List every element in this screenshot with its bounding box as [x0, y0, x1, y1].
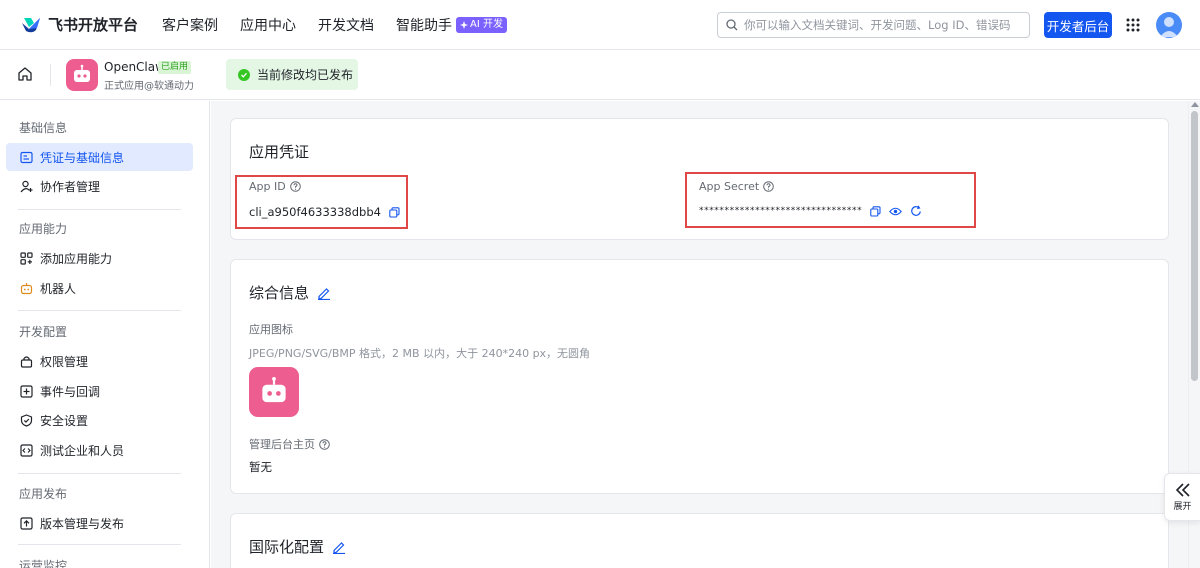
lock-icon [20, 355, 33, 368]
check-circle-icon [238, 68, 250, 81]
bot-icon [20, 282, 33, 294]
publish-status-text: 当前修改均已发布 [257, 68, 354, 82]
ai-dev-badge-label: AI 开发 [470, 18, 503, 30]
edit-icon[interactable] [317, 286, 331, 300]
highlight-app-secret [685, 172, 976, 228]
sidebar-item-label: 协作者管理 [40, 179, 101, 194]
search-icon [726, 19, 738, 31]
sidebar-group-basic: 基础信息 [19, 121, 68, 135]
admin-homepage-label: 管理后台主页 [249, 436, 330, 452]
general-info-card: 综合信息 应用图标 JPEG/PNG/SVG/BMP 格式，2 MB 以内，大于… [230, 259, 1169, 494]
nav-dev-docs[interactable]: 开发文档 [318, 15, 374, 35]
sidebar-item-security[interactable]: 安全设置 [6, 406, 193, 434]
sidebar-item-add-capability[interactable]: 添加应用能力 [6, 244, 193, 272]
expand-panel-button[interactable]: 展开 [1164, 473, 1200, 521]
apps-add-icon [20, 251, 33, 265]
credentials-title: 应用凭证 [249, 143, 310, 161]
app-icon-large[interactable] [249, 367, 299, 417]
sidebar-item-label: 安全设置 [40, 413, 89, 428]
sidebar-group-release: 应用发布 [19, 487, 68, 501]
nav-ai-assistant-label: 智能助手 [396, 17, 452, 34]
search-box[interactable] [717, 12, 1030, 38]
sidebar-item-label: 测试企业和人员 [40, 443, 125, 458]
upload-icon [20, 516, 33, 530]
user-avatar[interactable] [1156, 12, 1182, 38]
i18n-title: 国际化配置 [249, 536, 346, 557]
app-icon-label: 应用图标 [249, 323, 293, 336]
admin-homepage-value: 暂无 [249, 460, 272, 474]
app-subtitle: 正式应用@软通动力 [104, 81, 194, 92]
i18n-title-text: 国际化配置 [249, 538, 325, 556]
user-add-icon [20, 180, 33, 192]
scroll-thumb[interactable] [1191, 111, 1198, 381]
sidebar-item-versions[interactable]: 版本管理与发布 [6, 509, 193, 537]
nav-customer-cases[interactable]: 客户案例 [162, 15, 218, 35]
sidebar-item-permissions[interactable]: 权限管理 [6, 347, 193, 375]
sidebar-divider [18, 310, 181, 311]
sidebar-item-bot[interactable]: 机器人 [6, 274, 193, 302]
highlight-app-id [235, 175, 408, 229]
sidebar-item-label: 事件与回调 [40, 384, 101, 399]
app-icon-hint: JPEG/PNG/SVG/BMP 格式，2 MB 以内，大于 240*240 p… [249, 347, 591, 360]
robot-icon [74, 64, 90, 82]
admin-homepage-label-text: 管理后台主页 [249, 438, 315, 451]
publish-status-banner: 当前修改均已发布 [226, 59, 358, 90]
sidebar-item-events[interactable]: 事件与回调 [6, 377, 193, 405]
sidebar-group-capabilities: 应用能力 [19, 222, 68, 236]
app-name: OpenClaw [104, 60, 165, 74]
edit-icon[interactable] [332, 540, 346, 554]
sidebar-item-label: 凭证与基础信息 [40, 150, 125, 165]
feishu-logo-icon [22, 17, 40, 32]
brand-name: 飞书开放平台 [48, 16, 139, 34]
shield-icon [20, 413, 33, 427]
scroll-up-arrow-icon[interactable] [1191, 102, 1199, 107]
sidebar-item-label: 版本管理与发布 [40, 516, 125, 531]
ai-dev-badge: AI 开发 [456, 16, 507, 33]
search-input[interactable] [744, 18, 1014, 32]
sidebar-item-test-tenants[interactable]: 测试企业和人员 [6, 436, 193, 464]
sidebar-item-collaborators[interactable]: 协作者管理 [6, 172, 193, 200]
sidebar: 基础信息 凭证与基础信息 协作者管理 应用能力 添加应用能力 机器人 开发配置 … [0, 101, 210, 568]
i18n-card: 国际化配置 [230, 513, 1169, 568]
event-icon [20, 384, 33, 398]
app-icon-small [66, 59, 98, 91]
general-info-title-text: 综合信息 [249, 284, 310, 302]
user-icon [1160, 17, 1178, 37]
robot-icon [262, 377, 286, 403]
general-info-title: 综合信息 [249, 282, 331, 303]
app-grid-icon[interactable] [1126, 18, 1140, 32]
status-badge: 已启用 [158, 61, 192, 74]
nav-app-center[interactable]: 应用中心 [240, 15, 296, 35]
code-icon [20, 443, 33, 457]
double-chevron-left-icon [1175, 482, 1190, 497]
sidebar-item-label: 机器人 [40, 281, 77, 296]
sidebar-item-credentials[interactable]: 凭证与基础信息 [6, 143, 193, 171]
sidebar-divider [18, 473, 181, 474]
brand[interactable]: 飞书开放平台 [20, 14, 162, 35]
app-header-bar [0, 50, 1200, 100]
help-icon[interactable] [319, 438, 330, 450]
header-divider [50, 64, 51, 86]
nav-ai-assistant[interactable]: 智能助手 AI 开发 [396, 15, 507, 35]
main-nav: 客户案例 应用中心 开发文档 智能助手 AI 开发 [162, 15, 529, 35]
sidebar-item-label: 添加应用能力 [40, 251, 113, 266]
sidebar-item-label: 权限管理 [40, 354, 89, 369]
sparkle-icon [460, 20, 468, 29]
expand-label: 展开 [1173, 501, 1192, 512]
developer-console-button[interactable]: 开发者后台 [1044, 12, 1112, 38]
id-card-icon [20, 151, 33, 163]
home-icon[interactable] [17, 66, 33, 82]
sidebar-group-monitoring: 运营监控 [19, 559, 68, 568]
sidebar-divider [18, 544, 181, 545]
sidebar-divider [18, 209, 181, 210]
sidebar-group-dev-config: 开发配置 [19, 325, 68, 339]
